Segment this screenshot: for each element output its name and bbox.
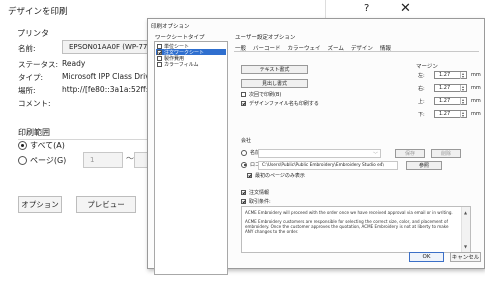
print-all-label: すべて(A) [30, 141, 65, 150]
margin-left-row: 左: 1.27 ▴ ▾ mm [418, 71, 481, 79]
options-button[interactable]: オプション [18, 196, 62, 213]
spinner-icon[interactable]: ▴ ▾ [460, 71, 465, 79]
delete-button[interactable]: 削除 [431, 149, 461, 158]
margin-right-row: 右: 1.27 ▴ ▾ mm [418, 84, 481, 92]
margin-label: 上: [418, 98, 425, 105]
checkbox-icon [241, 92, 246, 97]
scroll-down-icon[interactable]: ▼ [464, 244, 467, 249]
margin-label: 右: [418, 85, 425, 92]
terms-paragraph: ACME Embroidery customers are responsibl… [245, 219, 449, 234]
preview-button[interactable]: プレビュー [76, 196, 136, 213]
margin-unit: mm [471, 85, 481, 91]
print-pages-label: ページ(G) [30, 156, 67, 165]
checkbox-icon[interactable] [157, 55, 162, 61]
close-icon[interactable]: ✕ [400, 1, 411, 16]
chevron-down-icon: ﹀ [372, 152, 378, 158]
company-name-dropdown[interactable]: ﹀ [258, 149, 381, 158]
terms-label: 取引条件: [249, 199, 271, 205]
first-page-only-checkbox[interactable]: 最初のページのみ表示 [247, 172, 305, 179]
checkbox-icon[interactable] [157, 61, 162, 67]
location-label: 場所: [18, 86, 36, 95]
margin-top-input[interactable]: 1.27 ▴ ▾ [434, 97, 467, 105]
worksheet-type-title: ワークシートタイプ [155, 35, 205, 41]
location-value: http://[fe80::3a1a:52ff:f [62, 85, 151, 94]
radio-selected-icon [18, 141, 27, 150]
margin-label: 下: [418, 111, 425, 118]
margin-unit: mm [471, 72, 481, 78]
margin-title: マージン [416, 64, 438, 70]
printer-name-label: 名前: [18, 44, 36, 53]
margin-bottom-input[interactable]: 1.27 ▴ ▾ [434, 110, 467, 118]
print-all-radio[interactable]: すべて(A) [18, 140, 65, 151]
margin-value: 1.27 [439, 111, 451, 117]
ok-button[interactable]: OK [409, 252, 444, 262]
spinner-icon[interactable]: ▴ ▾ [460, 97, 465, 105]
radio-unselected-icon [18, 156, 27, 165]
margin-value: 1.27 [439, 98, 451, 104]
terms-textarea[interactable]: ACME Embroidery will proceed with the or… [241, 206, 471, 253]
comment-label: コメント: [18, 99, 51, 108]
print-bw-checkbox[interactable]: 次回で印刷(B) [241, 91, 281, 98]
checkbox-checked-icon [241, 199, 246, 204]
printer-name-select[interactable]: EPSON01AA0F (WP-7720 [62, 40, 152, 54]
heading-font-button[interactable]: 見出し書式 [241, 79, 308, 88]
terms-paragraph: ACME Embroidery will proceed with the or… [245, 210, 453, 215]
print-options-dialog: 印刷オプション ワークシートタイプ 単位シート 注文ワークシート 製作費用 カラ… [147, 18, 485, 275]
worksheet-type-item[interactable]: カラーフィルム [156, 61, 226, 68]
margin-left-input[interactable]: 1.27 ▴ ▾ [434, 71, 467, 79]
print-design-file-checkbox[interactable]: デザインファイル名も印刷する [241, 100, 319, 107]
status-label: ステータス: [18, 60, 59, 69]
cancel-button[interactable]: キャンセル [450, 252, 481, 262]
tab-divider [234, 51, 479, 52]
print-design-file-label: デザインファイル名も印刷する [249, 101, 319, 107]
browse-button[interactable]: 参照 [406, 161, 442, 170]
radio-unselected-icon [241, 149, 247, 156]
page-range-separator: ～ [126, 154, 134, 163]
checkbox-checked-icon[interactable] [157, 49, 162, 55]
margin-value: 1.27 [439, 85, 451, 91]
margin-right-input[interactable]: 1.27 ▴ ▾ [434, 84, 467, 92]
title-divider [325, 0, 326, 20]
print-dialog-title: デザインを印刷 [8, 7, 68, 17]
checkbox-checked-icon [241, 101, 246, 106]
type-label: タイプ: [18, 73, 44, 82]
user-settings-title: ユーザー設定オプション [235, 35, 296, 41]
page-from-input[interactable]: 1 [83, 152, 123, 168]
spinner-icon[interactable]: ▴ ▾ [460, 84, 465, 92]
logo-path-input[interactable]: C:\Users\Public\Public Embroidery\Embroi… [258, 161, 398, 170]
worksheet-type-list: 単位シート 注文ワークシート 製作費用 カラーフィルム [154, 41, 228, 275]
margin-top-row: 上: 1.27 ▴ ▾ mm [418, 97, 481, 105]
save-button[interactable]: 保存 [395, 149, 425, 158]
worksheet-type-label: カラーフィルム [164, 61, 199, 68]
first-page-only-label: 最初のページのみ表示 [255, 173, 305, 179]
status-value: Ready [62, 59, 86, 68]
print-options-title: 印刷オプション [151, 24, 190, 30]
order-info-checkbox[interactable]: 注文情報 [241, 189, 269, 196]
checkbox-checked-icon [241, 190, 246, 195]
print-range-title: 印刷範囲 [18, 128, 50, 137]
help-button[interactable]: ? [364, 3, 369, 14]
print-pages-radio[interactable]: ページ(G) [18, 155, 66, 166]
printer-group-title: プリンタ [17, 29, 49, 38]
checkbox-icon[interactable] [157, 43, 162, 49]
margin-unit: mm [471, 98, 481, 104]
margin-value: 1.27 [439, 72, 451, 78]
order-info-label: 注文情報 [249, 190, 270, 196]
margin-bottom-row: 下: 1.27 ▴ ▾ mm [418, 110, 481, 118]
print-bw-label: 次回で印刷(B) [249, 92, 282, 98]
spinner-icon[interactable]: ▴ ▾ [460, 110, 465, 118]
margin-label: 左: [418, 72, 425, 79]
terms-scrollbar[interactable]: ▲ ▼ [461, 207, 470, 252]
type-value: Microsoft IPP Class Driver [62, 72, 158, 81]
checkbox-checked-icon [247, 173, 252, 178]
radio-selected-icon [241, 161, 247, 168]
margin-unit: mm [471, 111, 481, 117]
text-font-button[interactable]: テキスト書式 [241, 65, 308, 74]
scroll-up-icon[interactable]: ▲ [464, 210, 467, 215]
terms-checkbox[interactable]: 取引条件: [241, 198, 271, 205]
company-title: 会社 [241, 138, 252, 144]
